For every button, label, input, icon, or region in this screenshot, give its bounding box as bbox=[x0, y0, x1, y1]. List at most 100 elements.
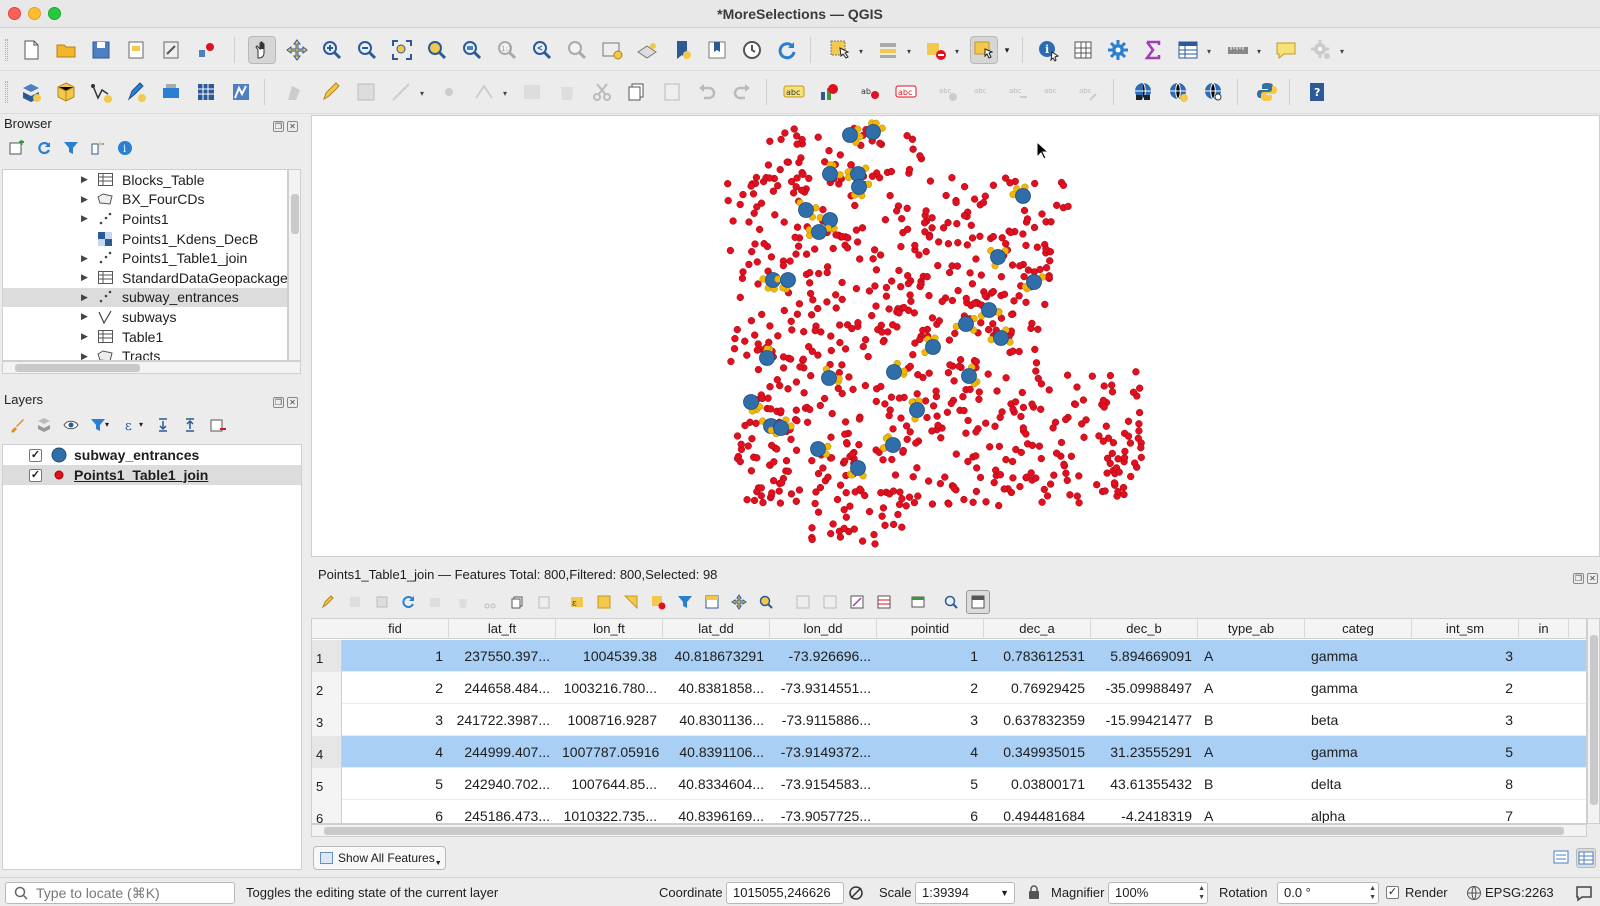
messages-icon[interactable] bbox=[1575, 884, 1593, 902]
browser-item[interactable]: ▶ subways bbox=[3, 307, 287, 327]
layer-diagram-button[interactable] bbox=[815, 78, 843, 106]
paste-features-button[interactable] bbox=[658, 78, 686, 106]
table-cell[interactable]: A bbox=[1198, 736, 1305, 768]
table-cell[interactable]: 6 bbox=[342, 800, 449, 823]
table-cell[interactable]: -73.926696... bbox=[770, 640, 877, 672]
label-properties-button[interactable]: abc bbox=[1074, 78, 1102, 106]
browser-horizontal-scrollbar[interactable] bbox=[2, 361, 301, 374]
metasearch-button[interactable] bbox=[1129, 78, 1157, 106]
spinner-arrows-icon[interactable]: ▲ ▼ bbox=[1198, 884, 1205, 902]
open-attribute-table-button[interactable] bbox=[1069, 36, 1097, 64]
table-cell[interactable]: 241722.3987... bbox=[449, 704, 556, 736]
table-cell[interactable]: 5 bbox=[342, 768, 449, 800]
row-number[interactable]: 5 bbox=[312, 768, 342, 800]
table-cell[interactable]: 7 bbox=[1412, 800, 1519, 823]
table-cell[interactable]: 40.8391106... bbox=[663, 736, 770, 768]
browser-item[interactable]: ▶ Tracts bbox=[3, 346, 287, 360]
column-header[interactable]: pointid bbox=[877, 619, 984, 639]
zoom-native-button[interactable]: 1:1 bbox=[493, 36, 521, 64]
redo-button[interactable] bbox=[728, 78, 756, 106]
digitize-button[interactable]: ▾ bbox=[387, 78, 424, 106]
table-row[interactable]: 3 3 241722.3987... 1008716.9287 40.8301136..… bbox=[312, 704, 1586, 736]
coordinate-field[interactable]: 1015055,246626 bbox=[726, 882, 844, 904]
row-number[interactable]: 6 bbox=[312, 800, 342, 823]
conditional-formatting-icon[interactable] bbox=[876, 594, 892, 610]
show-map-tips-button[interactable]: ▾ bbox=[1307, 36, 1344, 64]
table-cell[interactable]: 8 bbox=[1412, 768, 1519, 800]
layer-item[interactable]: ✓ subway_entrances bbox=[3, 445, 301, 465]
table-cell[interactable]: 1008716.9287 bbox=[556, 704, 663, 736]
table-cell[interactable]: 244658.484... bbox=[449, 672, 556, 704]
help-button[interactable]: ? bbox=[1303, 78, 1331, 106]
zoom-next-button[interactable] bbox=[563, 36, 591, 64]
close-panel-icon[interactable]: ✕ bbox=[287, 397, 298, 408]
close-panel-icon[interactable]: ✕ bbox=[1587, 573, 1598, 584]
add-selected-layers-icon[interactable] bbox=[8, 139, 26, 157]
new-map-view-button[interactable] bbox=[598, 36, 626, 64]
map-tips-button[interactable] bbox=[1272, 36, 1300, 64]
deselect-features-button[interactable]: ▾ bbox=[922, 36, 959, 64]
filter-legend-icon[interactable]: ▾ bbox=[89, 416, 109, 434]
paste-icon[interactable] bbox=[536, 594, 552, 610]
new-geopackage-layer-button[interactable] bbox=[52, 78, 80, 106]
new-project-button[interactable] bbox=[17, 36, 45, 64]
table-cell[interactable]: 5 bbox=[1412, 736, 1519, 768]
filter-select-icon[interactable] bbox=[677, 594, 693, 610]
save-project-button[interactable] bbox=[87, 36, 115, 64]
reload-icon[interactable] bbox=[401, 594, 417, 610]
table-row[interactable]: 6 6 245186.473... 1010322.735... 40.8396169.… bbox=[312, 800, 1586, 823]
move-label-button[interactable]: abc bbox=[969, 78, 997, 106]
lock-scale-icon[interactable] bbox=[1027, 884, 1041, 900]
highlight-labels-button[interactable]: abc bbox=[892, 78, 920, 106]
expand-arrow-icon[interactable]: ▶ bbox=[81, 194, 88, 205]
add-group-icon[interactable] bbox=[35, 416, 53, 434]
toggle-extents-icon[interactable] bbox=[848, 885, 864, 901]
copy-features-button[interactable] bbox=[623, 78, 651, 106]
delete-field-icon[interactable] bbox=[822, 594, 838, 610]
measure-line-button[interactable]: ▾ bbox=[1224, 36, 1261, 64]
table-row[interactable]: 4 4 244999.407... 1007787.05916 40.8391106..… bbox=[312, 736, 1586, 768]
data-source-manager-button[interactable] bbox=[17, 78, 45, 106]
table-cell[interactable] bbox=[1519, 736, 1569, 768]
show-hide-labels-button[interactable]: abc bbox=[934, 78, 962, 106]
table-cell[interactable]: -73.9115886... bbox=[770, 704, 877, 736]
remove-layer-icon[interactable] bbox=[209, 416, 227, 434]
table-cell[interactable]: 1004539.38 bbox=[556, 640, 663, 672]
rotate-label-button[interactable]: abc bbox=[1004, 78, 1032, 106]
table-cell[interactable]: 40.818673291 bbox=[663, 640, 770, 672]
crs-button[interactable]: EPSG:2263 bbox=[1485, 885, 1554, 900]
save-layer-edits-button[interactable] bbox=[352, 78, 380, 106]
table-cell[interactable]: 2 bbox=[1412, 672, 1519, 704]
row-number[interactable]: 2 bbox=[312, 672, 342, 704]
delete-selected-button[interactable] bbox=[553, 78, 581, 106]
column-header[interactable]: lon_ft bbox=[556, 619, 663, 639]
zoom-map-icon[interactable] bbox=[943, 594, 959, 610]
table-cell[interactable]: A bbox=[1198, 800, 1305, 823]
table-cell[interactable]: 1007644.85... bbox=[556, 768, 663, 800]
undo-button[interactable] bbox=[693, 78, 721, 106]
filter-icon[interactable] bbox=[62, 139, 80, 157]
table-cell[interactable] bbox=[1519, 800, 1569, 823]
table-cell[interactable]: -35.09988497 bbox=[1091, 672, 1198, 704]
table-cell[interactable]: gamma bbox=[1305, 672, 1412, 704]
expand-arrow-icon[interactable]: ▶ bbox=[81, 253, 88, 264]
map-canvas[interactable] bbox=[311, 115, 1600, 557]
refresh-button[interactable] bbox=[773, 36, 801, 64]
table-view-toggle[interactable] bbox=[1576, 848, 1596, 868]
show-bookmarks-button[interactable] bbox=[703, 36, 731, 64]
table-cell[interactable]: 2 bbox=[342, 672, 449, 704]
temporal-controller-button[interactable] bbox=[738, 36, 766, 64]
table-cell[interactable]: gamma bbox=[1305, 640, 1412, 672]
filter-expression-icon[interactable]: ε ▾ bbox=[123, 416, 143, 434]
table-cell[interactable]: 40.8334604... bbox=[663, 768, 770, 800]
table-vertical-scrollbar[interactable] bbox=[1587, 618, 1600, 824]
table-cell[interactable]: 1003216.780... bbox=[556, 672, 663, 704]
select-all-icon[interactable] bbox=[596, 594, 612, 610]
style-manager-button[interactable] bbox=[192, 36, 220, 64]
new-bookmark-button[interactable] bbox=[668, 36, 696, 64]
statistical-summary-button[interactable] bbox=[1139, 36, 1167, 64]
table-cell[interactable]: B bbox=[1198, 768, 1305, 800]
table-cell[interactable]: 0.76929425 bbox=[984, 672, 1091, 704]
new-temporary-layer-button[interactable] bbox=[122, 78, 150, 106]
table-cell[interactable]: 1 bbox=[877, 640, 984, 672]
